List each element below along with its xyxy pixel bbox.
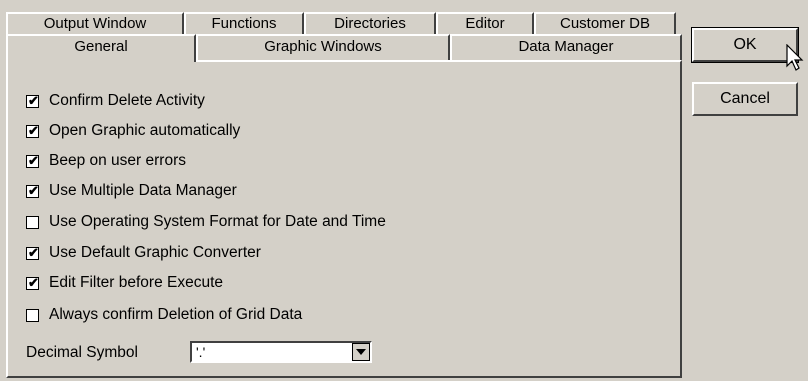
cancel-label: Cancel	[720, 90, 770, 107]
checkbox[interactable]: ✔	[26, 182, 39, 198]
option-open-graphic-automatically[interactable]: ✔ Open Graphic automatically	[26, 121, 240, 141]
tab-editor[interactable]: Editor	[436, 12, 534, 34]
tab-label: Functions	[211, 15, 277, 32]
check-icon: ✔	[28, 92, 39, 108]
option-edit-filter-before-execute[interactable]: ✔ Edit Filter before Execute	[26, 273, 223, 293]
check-icon: ✔	[28, 244, 39, 260]
check-icon: ✔	[28, 182, 39, 198]
tab-general[interactable]: General	[6, 34, 196, 62]
tab-functions[interactable]: Functions	[184, 12, 304, 34]
tab-label: Data Manager	[518, 38, 614, 55]
cancel-button[interactable]: Cancel	[692, 82, 798, 116]
checkbox[interactable]	[26, 308, 39, 322]
tab-label: Editor	[465, 15, 505, 32]
option-beep-on-user-errors[interactable]: ✔ Beep on user errors	[26, 151, 186, 171]
tab-label: Customer DB	[559, 15, 651, 32]
mouse-cursor-icon	[786, 44, 804, 71]
check-icon: ✔	[28, 152, 39, 168]
tab-label: Output Window	[43, 15, 147, 32]
option-label: Edit Filter before Execute	[49, 274, 224, 291]
tab-graphic-windows[interactable]: Graphic Windows	[196, 34, 450, 60]
option-confirm-delete-activity[interactable]: ✔ Confirm Delete Activity	[26, 91, 205, 111]
option-always-confirm-grid-deletion[interactable]: Always confirm Deletion of Grid Data	[26, 305, 302, 325]
check-icon: ✔	[28, 122, 39, 138]
checkbox[interactable]: ✔	[26, 244, 39, 260]
tab-directories[interactable]: Directories	[304, 12, 436, 34]
option-label: Always confirm Deletion of Grid Data	[49, 306, 303, 323]
tab-data-manager[interactable]: Data Manager	[450, 34, 682, 60]
option-label: Use Operating System Format for Date and…	[49, 213, 386, 230]
option-use-default-graphic-converter[interactable]: ✔ Use Default Graphic Converter	[26, 243, 261, 263]
option-use-multiple-data-manager[interactable]: ✔ Use Multiple Data Manager	[26, 181, 237, 201]
chevron-down-icon	[356, 349, 366, 355]
option-label: Confirm Delete Activity	[49, 92, 205, 109]
tab-customer-db[interactable]: Customer DB	[534, 12, 676, 34]
option-label: Beep on user errors	[49, 152, 186, 169]
option-label: Use Default Graphic Converter	[49, 244, 261, 261]
checkbox[interactable]: ✔	[26, 152, 39, 168]
dropdown-button[interactable]	[352, 343, 370, 361]
option-label: Use Multiple Data Manager	[49, 182, 237, 199]
decimal-symbol-label: Decimal Symbol	[26, 344, 138, 361]
ok-button[interactable]: OK	[691, 27, 799, 63]
checkbox[interactable]: ✔	[26, 92, 39, 108]
tab-label: Directories	[334, 15, 406, 32]
option-label: Open Graphic automatically	[49, 122, 241, 139]
option-use-os-date-time-format[interactable]: Use Operating System Format for Date and…	[26, 212, 386, 232]
checkbox[interactable]: ✔	[26, 274, 39, 290]
tab-output-window[interactable]: Output Window	[6, 12, 184, 34]
tab-label: General	[74, 38, 128, 55]
decimal-symbol-select[interactable]: '.'	[190, 341, 372, 363]
ok-label: OK	[733, 36, 757, 53]
decimal-symbol-value: '.'	[196, 344, 206, 360]
checkbox[interactable]	[26, 215, 39, 229]
tab-label: Graphic Windows	[264, 38, 382, 55]
checkbox[interactable]: ✔	[26, 122, 39, 138]
check-icon: ✔	[28, 274, 39, 290]
